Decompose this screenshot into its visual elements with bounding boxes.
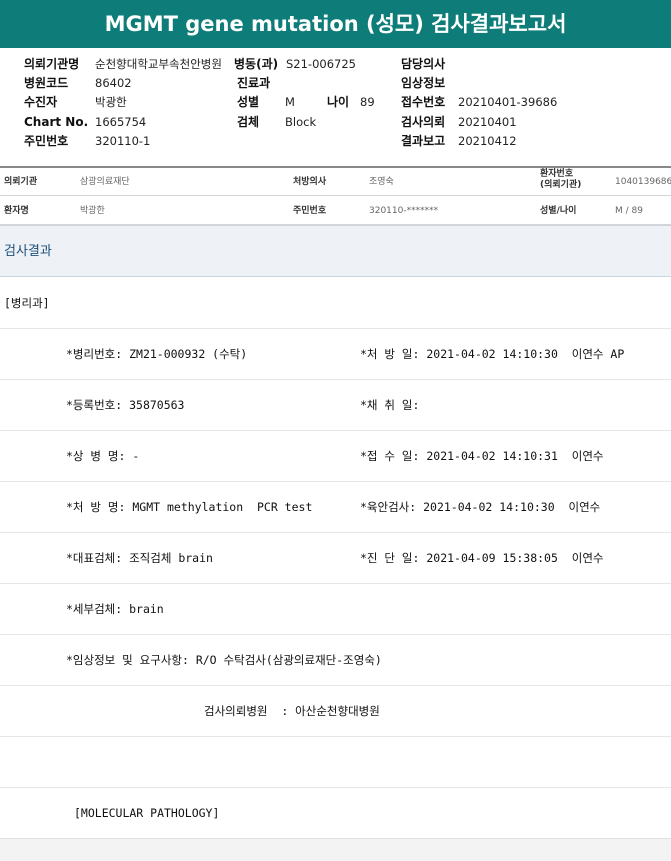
molecular-tag-row: [MOLECULAR PATHOLOGY] xyxy=(0,788,671,839)
patient-info-table: 의뢰기관 삼광의료재단 처방의사 조영숙 환자번호 (의뢰기관) 1040139… xyxy=(0,168,671,225)
patno-label-line2: (의뢰기관) xyxy=(540,180,582,190)
name-label: 환자명 xyxy=(4,206,29,216)
prescriber-value: 조영숙 xyxy=(369,177,394,187)
result-section-header: 검사결과 xyxy=(0,225,671,277)
hospital-value: 순천향대학교부속천안병원 xyxy=(95,57,222,71)
age-label: 나이 xyxy=(327,95,350,109)
chart-label: Chart No. xyxy=(24,115,89,129)
prescriber-label: 처방의사 xyxy=(293,177,327,187)
report-date-label: 결과보고 xyxy=(401,134,446,148)
rrn-value: 320110-******* xyxy=(369,206,439,216)
receipt-value: 20210401-39686 xyxy=(458,95,558,109)
report-line-left: *등록번호: 35870563 xyxy=(66,398,185,412)
report-line-right: *처 방 일: 2021-04-02 14:10:30 이연수 AP xyxy=(360,347,625,361)
report-line-right: *접 수 일: 2021-04-02 14:10:31 이연수 xyxy=(360,449,604,463)
chart-value: 1665754 xyxy=(95,115,147,129)
id-value: 320110-1 xyxy=(95,134,151,148)
dept-label: 병동(과) xyxy=(234,57,279,71)
header-row-1: 의뢰기관명 순천향대학교부속천안병원 병동(과) S21-006725 담당의사 xyxy=(0,55,671,73)
name-value: 박광한 xyxy=(80,206,105,216)
header-row-3: 수진자 박광한 성별 M 나이 89 접수번호 20210401-39686 xyxy=(0,93,671,111)
report-line-left: *임상정보 및 요구사항: R/O 수탁검사(삼광의료재단-조영숙) xyxy=(66,653,382,667)
clinic-label: 진료과 xyxy=(237,76,271,90)
clinical-info-label: 임상정보 xyxy=(401,76,446,90)
report-line-right: *채 취 일: xyxy=(360,398,420,412)
report-line: *임상정보 및 요구사항: R/O 수탁검사(삼광의료재단-조영숙) xyxy=(0,635,671,686)
patient-value: 박광한 xyxy=(95,95,127,109)
patno-label-line1: 환자번호 xyxy=(540,169,574,179)
specimen-value: Block xyxy=(285,115,317,129)
rrn-label: 주민번호 xyxy=(293,206,327,216)
receipt-label: 접수번호 xyxy=(401,95,446,109)
header-row-5: 주민번호 320110-1 결과보고 20210412 xyxy=(0,132,671,150)
age-value: 89 xyxy=(360,95,375,109)
hospital-label: 의뢰기관명 xyxy=(24,57,80,71)
referral-hospital: 검사의뢰병원 : 아산순천향대병원 xyxy=(204,704,380,718)
blank-row xyxy=(0,737,671,788)
patient-label: 수진자 xyxy=(24,95,58,109)
report-line-right: *진 단 일: 2021-04-09 15:38:05 이연수 xyxy=(360,551,604,565)
specimen-label: 검체 xyxy=(237,115,260,129)
code-value: 86402 xyxy=(95,76,132,90)
report-line: *상 병 명: - *접 수 일: 2021-04-02 14:10:31 이연… xyxy=(0,431,671,482)
info-row-1: 의뢰기관 삼광의료재단 처방의사 조영숙 환자번호 (의뢰기관) 1040139… xyxy=(0,168,671,196)
dept-value: S21-006725 xyxy=(286,57,356,71)
doctor-label: 담당의사 xyxy=(401,57,446,71)
sex-label: 성별 xyxy=(237,95,260,109)
org-label: 의뢰기관 xyxy=(4,177,38,187)
sexage-value: M / 89 xyxy=(615,206,643,216)
info-row-2: 환자명 박광한 주민번호 320110-******* 성별/나이 M / 89 xyxy=(0,197,671,225)
header-row-4: Chart No. 1665754 검체 Block 검사의뢰 20210401 xyxy=(0,113,671,131)
patno-label: 환자번호 (의뢰기관) xyxy=(540,166,581,194)
dept-tag: [병리과] xyxy=(4,296,50,310)
sex-value: M xyxy=(285,95,295,109)
report-title: MGMT gene mutation (성모) 검사결과보고서 xyxy=(0,0,671,48)
code-label: 병원코드 xyxy=(24,76,69,90)
id-label: 주민번호 xyxy=(24,134,69,148)
report-line: *대표검체: 조직검체 brain *진 단 일: 2021-04-09 15:… xyxy=(0,533,671,584)
request-label: 검사의뢰 xyxy=(401,115,446,129)
report-line-left: *상 병 명: - xyxy=(66,449,140,463)
report-line-right: *육안검사: 2021-04-02 14:10:30 이연수 xyxy=(360,500,601,514)
referral-row: 검사의뢰병원 : 아산순천향대병원 xyxy=(0,686,671,737)
report-header: 의뢰기관명 순천향대학교부속천안병원 병동(과) S21-006725 담당의사… xyxy=(0,48,671,166)
footer-strip xyxy=(0,838,671,861)
report-body: [병리과] *병리번호: ZM21-000932 (수탁) *처 방 일: 20… xyxy=(0,278,671,839)
report-line-left: *세부검체: brain xyxy=(66,602,164,616)
report-line: *등록번호: 35870563 *채 취 일: xyxy=(0,380,671,431)
request-value: 20210401 xyxy=(458,115,517,129)
report-line-left: *처 방 명: MGMT methylation PCR test xyxy=(66,500,313,514)
report-line: *처 방 명: MGMT methylation PCR test *육안검사:… xyxy=(0,482,671,533)
molecular-pathology-tag: [MOLECULAR PATHOLOGY] xyxy=(74,806,220,820)
report-date-value: 20210412 xyxy=(458,134,517,148)
header-row-2: 병원코드 86402 진료과 임상정보 xyxy=(0,74,671,92)
report-line: *병리번호: ZM21-000932 (수탁) *처 방 일: 2021-04-… xyxy=(0,329,671,380)
dept-tag-row: [병리과] xyxy=(0,278,671,329)
report-line-left: *대표검체: 조직검체 brain xyxy=(66,551,213,565)
org-value: 삼광의료재단 xyxy=(80,177,130,187)
report-line: *세부검체: brain xyxy=(0,584,671,635)
report-line-left: *병리번호: ZM21-000932 (수탁) xyxy=(66,347,248,361)
sexage-label: 성별/나이 xyxy=(540,206,577,216)
patno-value: 1040139686 xyxy=(615,177,671,187)
